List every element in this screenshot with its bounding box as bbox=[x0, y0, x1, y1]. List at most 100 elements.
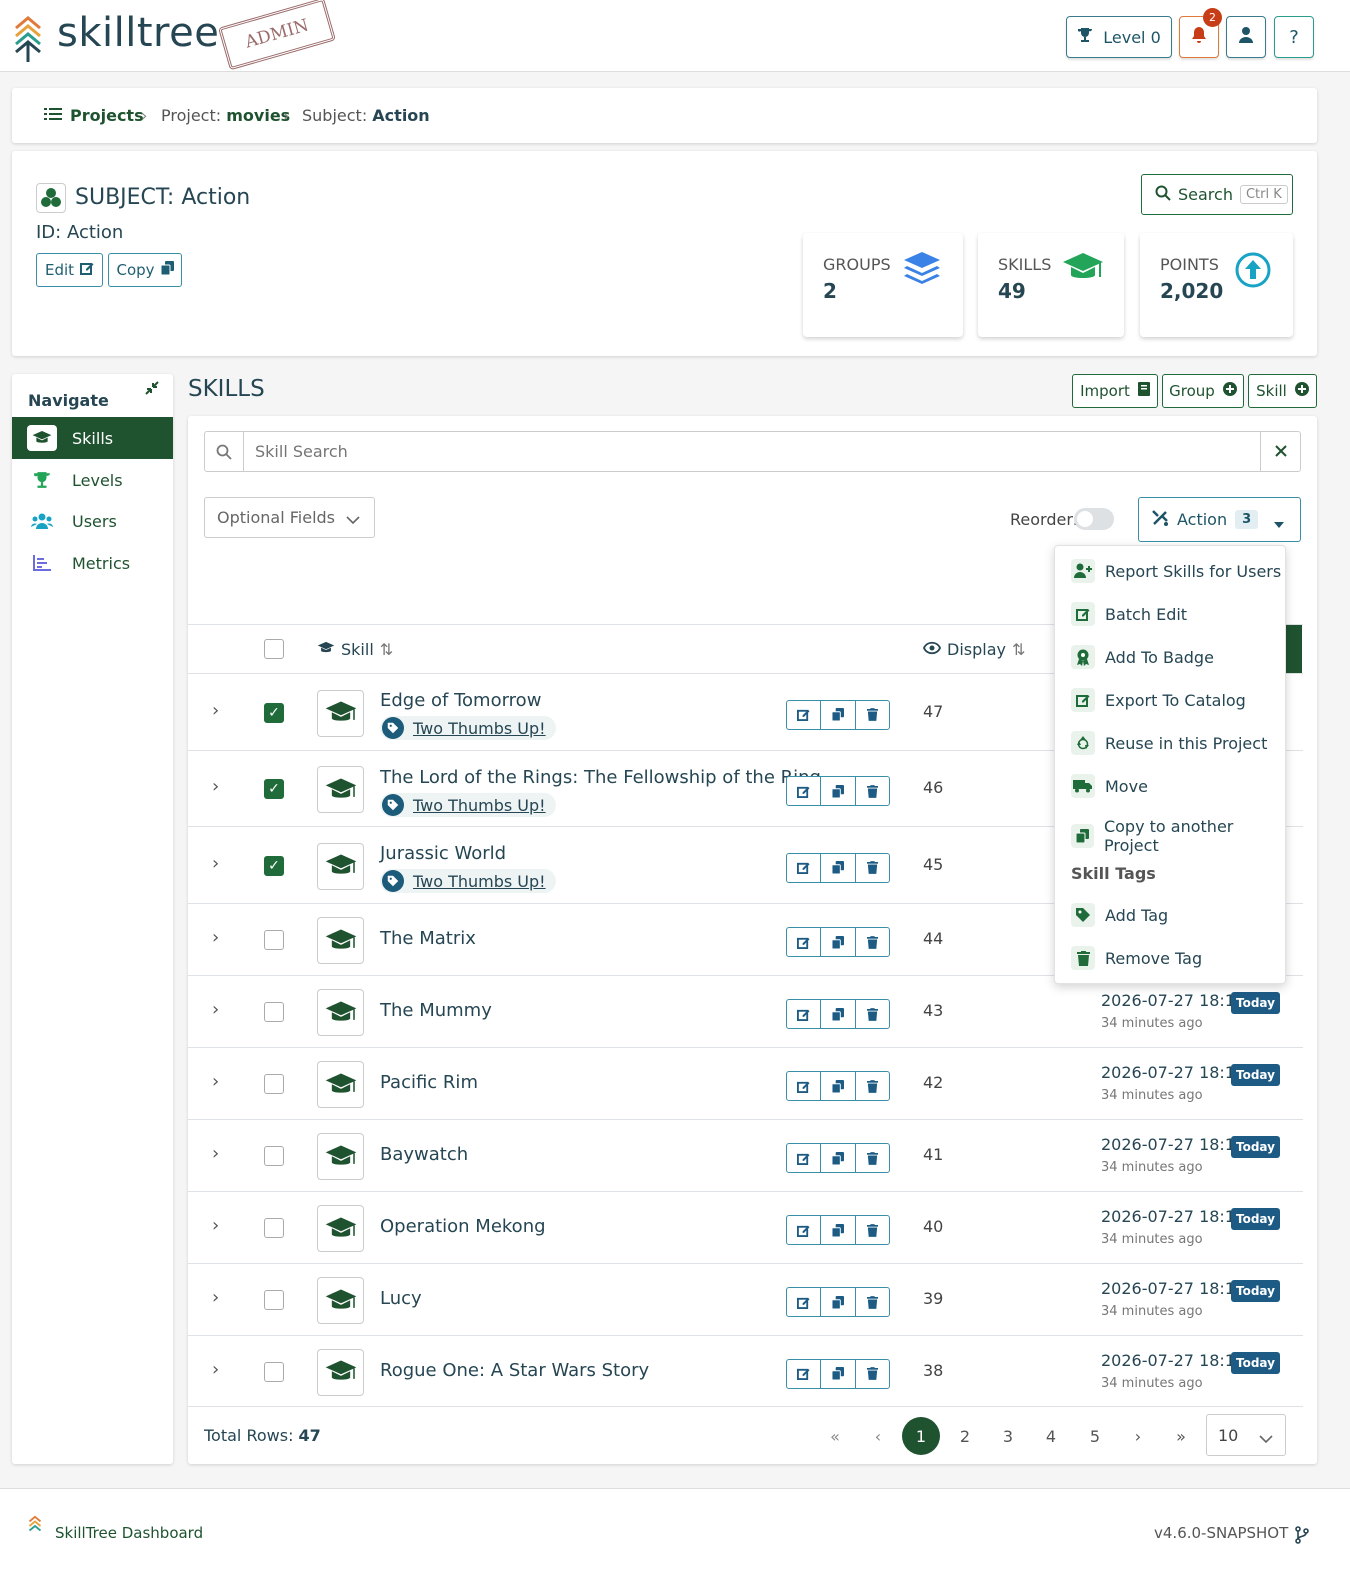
copy-skill-button[interactable] bbox=[821, 700, 856, 729]
menu-item-add-to-badge[interactable]: Add To Badge bbox=[1071, 645, 1214, 669]
edit-skill-button[interactable] bbox=[787, 1359, 822, 1388]
skill-name-link[interactable]: The Lord of the Rings: The Fellowship of… bbox=[380, 767, 821, 788]
import-button[interactable]: Import bbox=[1072, 374, 1158, 408]
menu-item-add-tag[interactable]: Add Tag bbox=[1071, 903, 1168, 927]
logo-text[interactable]: skilltree bbox=[57, 10, 219, 56]
menu-item-copy-to-project[interactable]: Copy to another Project bbox=[1071, 817, 1285, 855]
breadcrumb-projects[interactable]: Projects bbox=[44, 106, 144, 125]
help-button[interactable]: ? bbox=[1274, 16, 1314, 58]
menu-item-reuse[interactable]: Reuse in this Project bbox=[1071, 731, 1267, 755]
delete-skill-button[interactable] bbox=[856, 928, 889, 956]
edit-skill-button[interactable] bbox=[787, 1216, 822, 1244]
clear-search-button[interactable] bbox=[1260, 431, 1301, 472]
select-all-checkbox[interactable] bbox=[264, 639, 284, 659]
skill-tag-link[interactable]: Two Thumbs Up! bbox=[380, 716, 556, 740]
search-button[interactable]: Search Ctrl K bbox=[1141, 174, 1293, 215]
skill-name-link[interactable]: Pacific Rim bbox=[380, 1072, 478, 1093]
delete-skill-button[interactable] bbox=[856, 701, 889, 729]
skilltree-logo-icon[interactable] bbox=[13, 14, 43, 66]
expand-row-chevron-icon[interactable]: › bbox=[212, 1287, 219, 1308]
menu-item-move[interactable]: Move bbox=[1071, 774, 1148, 798]
copy-skill-button[interactable] bbox=[821, 777, 856, 805]
skill-search-input[interactable] bbox=[246, 434, 1256, 469]
edit-skill-button[interactable] bbox=[787, 1288, 822, 1316]
menu-item-batch-edit[interactable]: Batch Edit bbox=[1071, 602, 1187, 626]
display-column-header[interactable]: Display ⇅ bbox=[923, 640, 1025, 659]
copy-skill-button[interactable] bbox=[821, 853, 856, 882]
skill-name-link[interactable]: Operation Mekong bbox=[380, 1216, 546, 1237]
row-select-checkbox[interactable]: ✓ bbox=[264, 855, 284, 876]
expand-row-chevron-icon[interactable]: › bbox=[212, 1359, 219, 1380]
copy-skill-button[interactable] bbox=[821, 928, 856, 956]
nav-item-skills[interactable]: Skills bbox=[12, 417, 173, 459]
row-select-checkbox[interactable] bbox=[264, 1074, 284, 1094]
copy-skill-button[interactable] bbox=[821, 1072, 856, 1100]
delete-skill-button[interactable] bbox=[856, 1000, 889, 1028]
page-size-select[interactable]: 10 bbox=[1206, 1414, 1286, 1456]
next-page-button[interactable]: › bbox=[1119, 1417, 1157, 1455]
collapse-icon[interactable] bbox=[145, 380, 159, 399]
copy-skill-button[interactable] bbox=[821, 1216, 856, 1244]
prev-page-button[interactable]: ‹ bbox=[859, 1417, 897, 1455]
expand-row-chevron-icon[interactable]: › bbox=[212, 1143, 219, 1164]
row-select-checkbox[interactable]: ✓ bbox=[264, 779, 284, 799]
expand-row-chevron-icon[interactable]: › bbox=[212, 1071, 219, 1092]
nav-item-levels[interactable]: Levels bbox=[12, 459, 173, 501]
page-button-1[interactable]: 1 bbox=[902, 1417, 940, 1455]
page-button-5[interactable]: 5 bbox=[1076, 1417, 1114, 1455]
copy-skill-button[interactable] bbox=[821, 1000, 856, 1028]
add-group-button[interactable]: Group bbox=[1162, 374, 1244, 408]
expand-row-chevron-icon[interactable]: › bbox=[212, 999, 219, 1020]
expand-row-chevron-icon[interactable]: › bbox=[212, 700, 219, 721]
skill-tag-link[interactable]: Two Thumbs Up! bbox=[380, 869, 556, 893]
skill-name-link[interactable]: Rogue One: A Star Wars Story bbox=[380, 1360, 649, 1381]
expand-row-chevron-icon[interactable]: › bbox=[212, 927, 219, 948]
optional-fields-select[interactable]: Optional Fields bbox=[204, 497, 375, 538]
last-page-button[interactable]: » bbox=[1162, 1417, 1200, 1455]
skill-name-link[interactable]: Lucy bbox=[380, 1288, 422, 1309]
row-select-checkbox[interactable] bbox=[264, 930, 284, 950]
row-select-checkbox[interactable] bbox=[264, 1290, 284, 1310]
edit-skill-button[interactable] bbox=[787, 1000, 822, 1028]
nav-item-users[interactable]: Users bbox=[12, 500, 173, 542]
delete-skill-button[interactable] bbox=[856, 1144, 889, 1172]
skill-column-header[interactable]: Skill ⇅ bbox=[317, 640, 393, 659]
row-select-checkbox[interactable] bbox=[264, 1361, 284, 1382]
edit-skill-button[interactable] bbox=[787, 700, 822, 729]
copy-skill-button[interactable] bbox=[821, 1288, 856, 1316]
copy-skill-button[interactable] bbox=[821, 1359, 856, 1388]
row-select-checkbox[interactable] bbox=[264, 1002, 284, 1022]
edit-skill-button[interactable] bbox=[787, 928, 822, 956]
skill-name-link[interactable]: Edge of Tomorrow bbox=[380, 690, 541, 711]
delete-skill-button[interactable] bbox=[856, 1288, 889, 1316]
expand-row-chevron-icon[interactable]: › bbox=[212, 853, 219, 874]
code-branch-icon[interactable] bbox=[1295, 1526, 1309, 1548]
skill-name-link[interactable]: Jurassic World bbox=[380, 843, 506, 864]
page-button-2[interactable]: 2 bbox=[946, 1417, 984, 1455]
edit-skill-button[interactable] bbox=[787, 1072, 822, 1100]
delete-skill-button[interactable] bbox=[856, 1072, 889, 1100]
page-button-4[interactable]: 4 bbox=[1032, 1417, 1070, 1455]
delete-skill-button[interactable] bbox=[856, 854, 889, 882]
row-select-checkbox[interactable]: ✓ bbox=[264, 702, 284, 723]
menu-item-report-skills[interactable]: Report Skills for Users bbox=[1071, 559, 1281, 583]
copy-subject-button[interactable]: Copy bbox=[108, 253, 182, 287]
skill-name-link[interactable]: Baywatch bbox=[380, 1144, 468, 1165]
nav-item-metrics[interactable]: Metrics bbox=[12, 542, 173, 584]
row-select-checkbox[interactable] bbox=[264, 1146, 284, 1166]
menu-item-export-to-catalog[interactable]: Export To Catalog bbox=[1071, 688, 1246, 712]
edit-skill-button[interactable] bbox=[787, 853, 822, 882]
expand-row-chevron-icon[interactable]: › bbox=[212, 1215, 219, 1236]
delete-skill-button[interactable] bbox=[856, 777, 889, 805]
add-skill-button[interactable]: Skill bbox=[1248, 374, 1317, 408]
page-button-3[interactable]: 3 bbox=[989, 1417, 1027, 1455]
reorder-toggle[interactable] bbox=[1074, 508, 1114, 530]
copy-skill-button[interactable] bbox=[821, 1144, 856, 1172]
skill-name-link[interactable]: The Matrix bbox=[380, 928, 476, 949]
dashboard-link[interactable]: SkillTree Dashboard bbox=[55, 1524, 203, 1542]
skill-name-link[interactable]: The Mummy bbox=[380, 1000, 492, 1021]
breadcrumb-project[interactable]: Project: movies bbox=[161, 106, 290, 125]
skill-tag-link[interactable]: Two Thumbs Up! bbox=[380, 793, 556, 817]
expand-row-chevron-icon[interactable]: › bbox=[212, 776, 219, 797]
delete-skill-button[interactable] bbox=[856, 1216, 889, 1244]
